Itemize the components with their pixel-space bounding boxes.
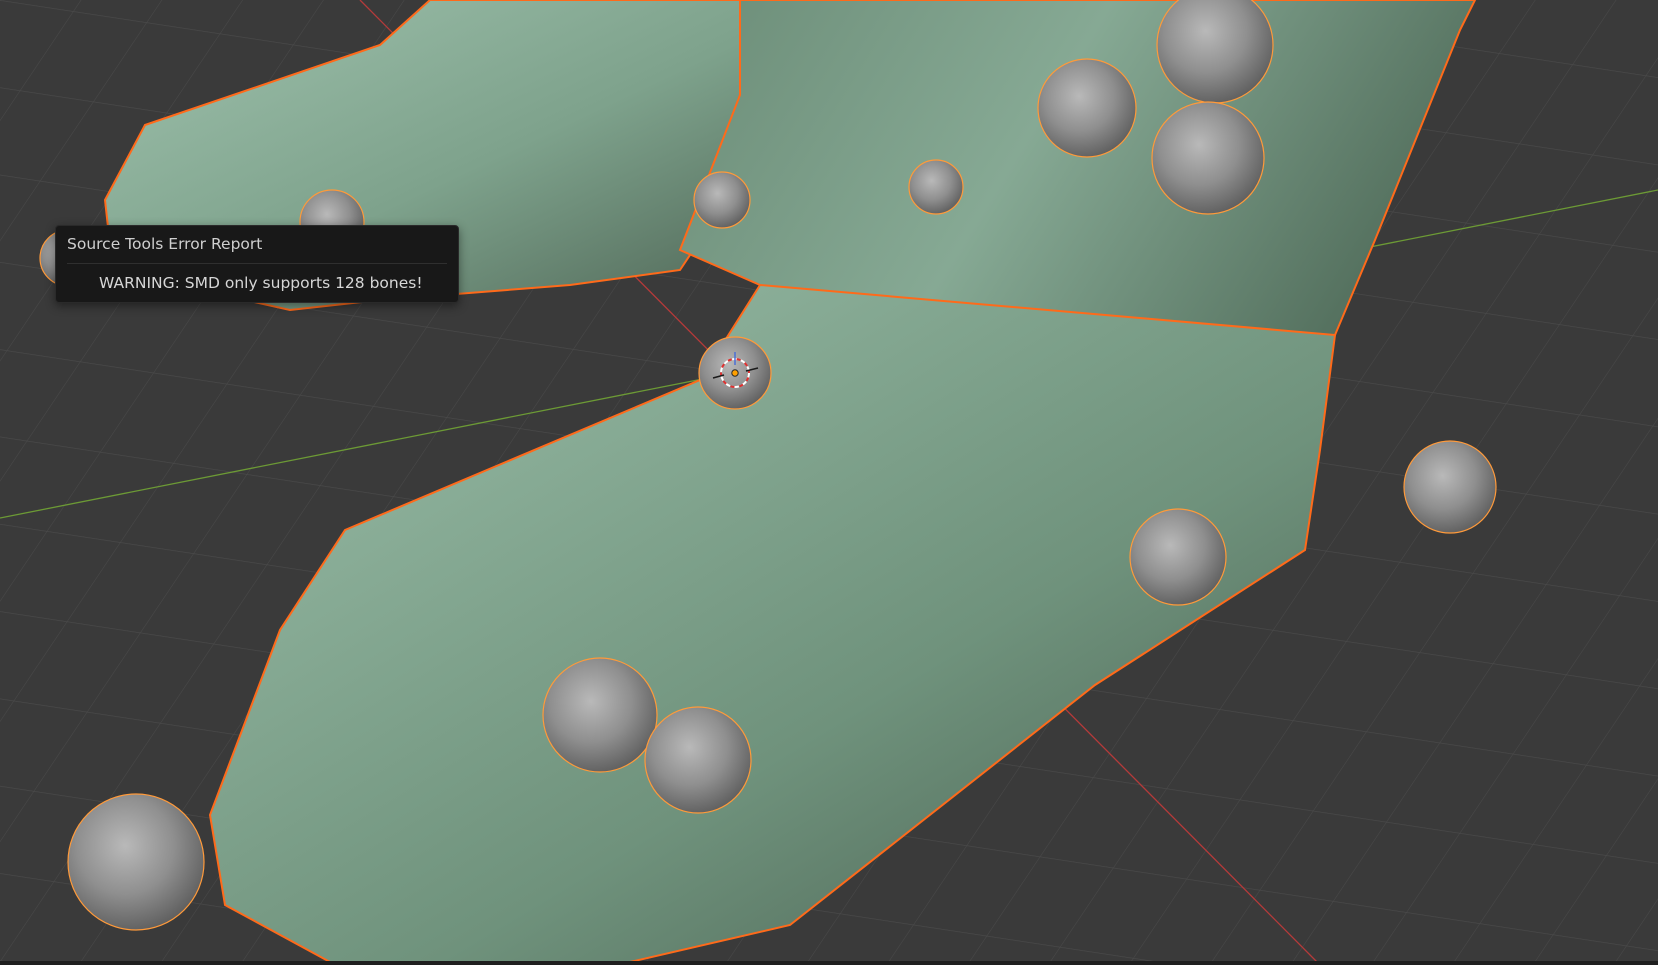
error-report-divider: [67, 263, 447, 264]
error-report-message: WARNING: SMD only supports 128 bones!: [99, 274, 423, 292]
error-report-title: Source Tools Error Report: [67, 235, 263, 253]
viewport-canvas[interactable]: [0, 0, 1658, 965]
3d-viewport[interactable]: [0, 0, 1658, 965]
viewport-bottom-edge: [0, 961, 1658, 965]
object-origin-icon: [731, 369, 739, 377]
error-report-popup: Source Tools Error Report WARNING: SMD o…: [55, 225, 459, 303]
